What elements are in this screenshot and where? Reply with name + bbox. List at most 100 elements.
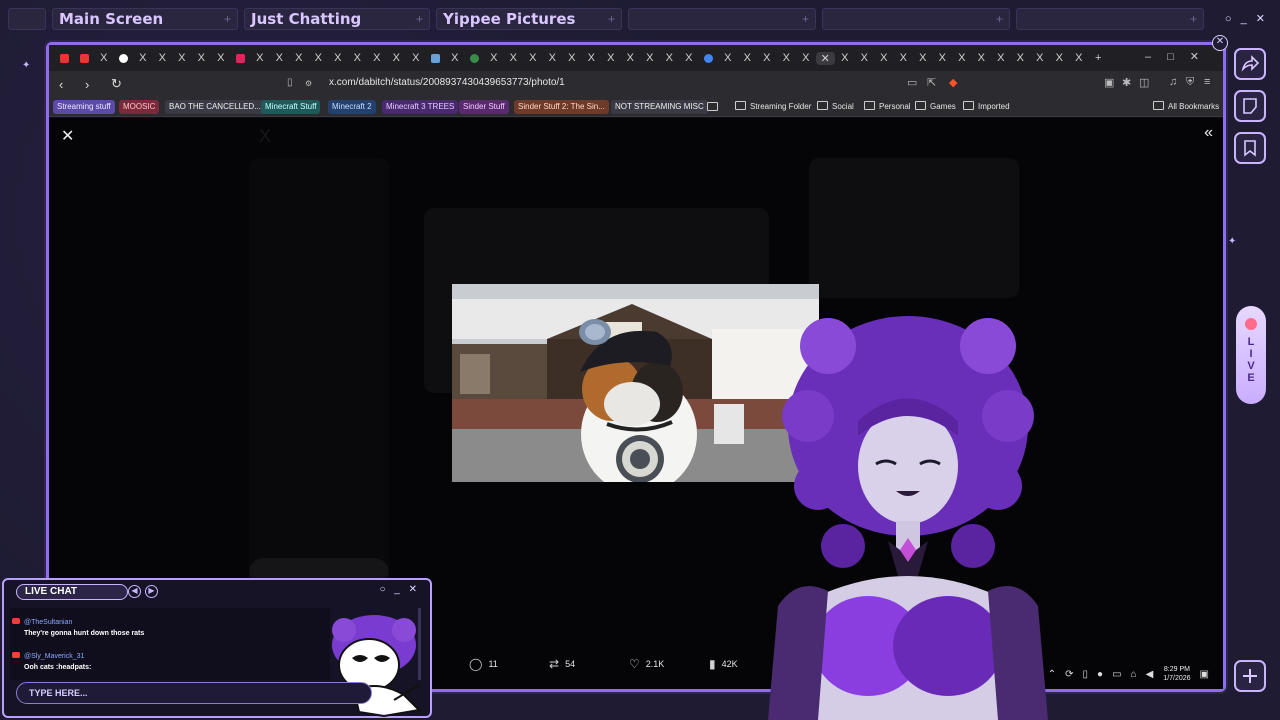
browser-tab[interactable]: X	[757, 52, 777, 64]
browser-tab[interactable]: X	[211, 52, 231, 64]
screen-icon[interactable]: ▭	[907, 76, 917, 89]
browser-tab[interactable]: X	[679, 52, 699, 64]
browser-tab[interactable]: X	[406, 52, 426, 64]
close-icon[interactable]: ✕	[61, 126, 74, 146]
chat-input[interactable]: TYPE HERE...	[16, 682, 372, 704]
browser-tab[interactable]	[55, 53, 75, 63]
add-button[interactable]	[1234, 660, 1266, 692]
browser-tab[interactable]: X	[543, 52, 563, 64]
microphone-icon[interactable]: ●	[1097, 669, 1103, 680]
volume-icon[interactable]: ◀	[1146, 669, 1154, 680]
browser-tab[interactable]: X	[952, 52, 972, 64]
music-icon[interactable]: ♫	[1169, 76, 1177, 88]
bookmark-not-streaming-misc[interactable]: NOT STREAMING MISC	[611, 100, 708, 114]
browser-tab[interactable]: X	[504, 52, 524, 64]
like-button[interactable]: ♡ 2.1K	[629, 657, 664, 671]
folder-imported[interactable]: Imported	[963, 100, 1010, 114]
notification-icon[interactable]: ▣	[1200, 669, 1209, 680]
browser-tab[interactable]: X	[894, 52, 914, 64]
views-button[interactable]: ▮ 42K	[709, 657, 738, 671]
browser-tab[interactable]: X	[640, 52, 660, 64]
browser-tab[interactable]: X	[933, 52, 953, 64]
browser-tab[interactable]	[231, 53, 251, 63]
browser-tab[interactable]: X	[1030, 52, 1050, 64]
bookmark-moosic[interactable]: MOOSIC	[119, 100, 160, 114]
browser-tab[interactable]: X	[582, 52, 602, 64]
display-icon[interactable]: ▭	[1112, 669, 1121, 680]
folder-games[interactable]: Games	[915, 100, 956, 114]
reply-button[interactable]: ◯ 11	[469, 657, 498, 671]
browser-tab[interactable]: X	[153, 52, 173, 64]
scene-tab-yippee-pictures[interactable]: Yippee Pictures +	[436, 8, 622, 30]
folder-streaming[interactable]: Streaming Folder	[735, 100, 811, 114]
folder-social[interactable]: Social	[817, 100, 854, 114]
browser-tab[interactable]: X	[289, 52, 309, 64]
browser-tab[interactable]: X	[835, 52, 855, 64]
bookmark-sinder-stuff-2[interactable]: Sinder Stuff 2: The Sin...	[514, 100, 609, 114]
browser-tab[interactable]: X	[367, 52, 387, 64]
vpn-icon[interactable]: ⛨	[1186, 76, 1194, 89]
browser-tab[interactable]: X	[777, 52, 797, 64]
apps-grid-icon[interactable]	[707, 100, 722, 114]
browser-tab[interactable]: X	[855, 52, 875, 64]
browser-tab[interactable]: X	[172, 52, 192, 64]
browser-tab[interactable]: X	[621, 52, 641, 64]
browser-tab[interactable]: X	[445, 52, 465, 64]
bookmark-side-button[interactable]	[1234, 132, 1266, 164]
browser-tab[interactable]: X	[1050, 52, 1070, 64]
translate-icon[interactable]: ▣	[1104, 76, 1114, 89]
browser-tab[interactable]	[426, 53, 446, 63]
browser-tab[interactable]: X	[94, 52, 114, 64]
chat-username[interactable]: @TheSultanian	[24, 619, 72, 626]
browser-tab[interactable]: X	[270, 52, 290, 64]
chevron-left-icon[interactable]: ◀	[128, 585, 141, 598]
bookmark-streaming-stuff[interactable]: Streaming stuff	[53, 100, 115, 114]
browser-tab[interactable]: X	[601, 52, 621, 64]
browser-tab[interactable]: X	[738, 52, 758, 64]
browser-tab[interactable]: X	[484, 52, 504, 64]
scene-tab-empty[interactable]: +	[1016, 8, 1204, 30]
network-icon[interactable]: ⌂	[1131, 669, 1137, 680]
browser-tab[interactable]: X	[913, 52, 933, 64]
browser-tab[interactable]	[75, 53, 95, 63]
chat-window-controls[interactable]: ○ _ ✕	[379, 584, 420, 595]
browser-tab[interactable]: X	[1069, 52, 1089, 64]
scene-tab-just-chatting[interactable]: Just Chatting +	[244, 8, 430, 30]
folder-personal[interactable]: Personal	[864, 100, 911, 114]
chevron-right-icon[interactable]: ▶	[145, 585, 158, 598]
site-info-icon[interactable]: ⚙	[305, 79, 312, 88]
scene-tab-main-screen[interactable]: Main Screen +	[52, 8, 238, 30]
scene-tab-blank[interactable]	[8, 8, 46, 30]
frame-close-icon[interactable]: ✕	[1212, 35, 1228, 51]
usb-icon[interactable]: ▯	[1083, 669, 1089, 680]
scene-tab-empty[interactable]: +	[822, 8, 1010, 30]
sticker-button[interactable]	[1234, 90, 1266, 122]
bookmark-minecraft-2[interactable]: Minecraft 2	[328, 100, 376, 114]
back-arrow-icon[interactable]: ‹	[59, 77, 75, 92]
reload-icon[interactable]: ↻	[111, 76, 127, 92]
browser-tab[interactable]: X	[328, 52, 348, 64]
scene-tab-empty[interactable]: +	[628, 8, 816, 30]
browser-tab[interactable]: X	[796, 52, 816, 64]
bookmark-minecraft-3-trees[interactable]: Minecraft 3 TREES	[382, 100, 459, 114]
browser-tab[interactable]: X	[874, 52, 894, 64]
bookmark-bao[interactable]: BAO THE CANCELLED...	[165, 100, 265, 114]
browser-tab[interactable]	[699, 53, 719, 63]
bookmark-sinder-stuff[interactable]: Sinder Stuff	[459, 100, 509, 114]
browser-tab[interactable]: X	[523, 52, 543, 64]
browser-tab[interactable]: X	[972, 52, 992, 64]
browser-tab[interactable]: X	[660, 52, 680, 64]
browser-tab[interactable]: X	[387, 52, 407, 64]
overlay-window-controls[interactable]: ○ _ ✕	[1225, 12, 1268, 25]
browser-tab[interactable]: X	[1011, 52, 1031, 64]
taskbar-clock[interactable]: 8:29 PM 1/7/2026	[1163, 665, 1190, 683]
repost-button[interactable]: ⇄ 54	[549, 657, 575, 671]
sidebar-icon[interactable]: ◫	[1139, 76, 1149, 89]
browser-tab[interactable]: X	[192, 52, 212, 64]
share-icon[interactable]: ⇱	[927, 76, 936, 89]
browser-window-controls[interactable]: –□✕	[1145, 50, 1215, 63]
close-tab-icon[interactable]: ✕	[821, 52, 830, 65]
browser-tab[interactable]	[114, 53, 134, 63]
browser-tab[interactable]: X	[133, 52, 153, 64]
browser-tab[interactable]: X	[348, 52, 368, 64]
